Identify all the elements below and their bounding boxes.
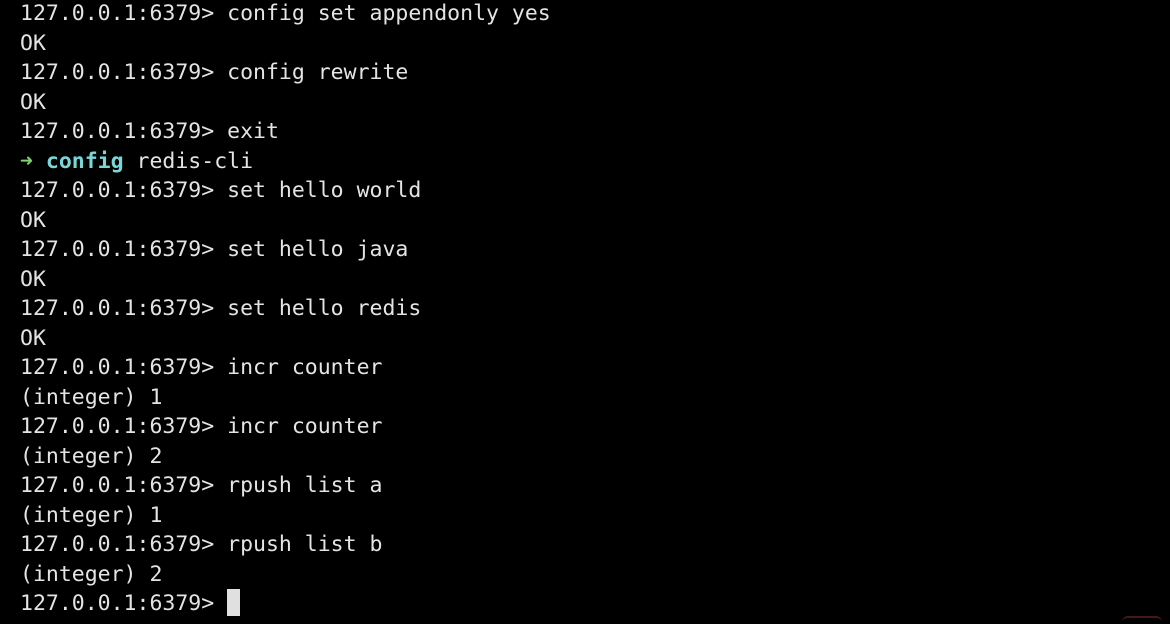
- command-line: 127.0.0.1:6379> set hello redis: [20, 294, 1170, 324]
- output-line: (integer) 2: [20, 561, 163, 587]
- command-text: set hello world: [227, 178, 422, 203]
- current-directory: config: [45, 148, 124, 174]
- prompt: 127.0.0.1:6379>: [20, 178, 215, 203]
- command-line: 127.0.0.1:6379> incr counter: [20, 353, 1170, 383]
- command-line: 127.0.0.1:6379> rpush list a: [20, 471, 1170, 501]
- output-line: OK: [20, 89, 46, 115]
- prompt: 127.0.0.1:6379>: [20, 60, 215, 85]
- prompt: 127.0.0.1:6379>: [20, 1, 215, 26]
- command-line: 127.0.0.1:6379> config rewrite: [20, 58, 1170, 88]
- command-text: exit: [227, 119, 279, 144]
- arrow-icon: ➜: [20, 148, 33, 174]
- prompt: 127.0.0.1:6379>: [20, 591, 215, 616]
- command-text: set hello java: [227, 237, 409, 262]
- command-text: redis-cli: [136, 148, 254, 174]
- output-line: (integer) 1: [20, 502, 163, 528]
- command-line: 127.0.0.1:6379> incr counter: [20, 412, 1170, 442]
- command-line: 127.0.0.1:6379> exit: [20, 117, 1170, 147]
- command-text: config set appendonly yes: [227, 1, 551, 26]
- output-line: (integer) 2: [20, 443, 163, 469]
- command-line: 127.0.0.1:6379> set hello java: [20, 235, 1170, 265]
- command-line: 127.0.0.1:6379> rpush list b: [20, 530, 1170, 560]
- command-text: incr counter: [227, 414, 383, 439]
- output-line: OK: [20, 30, 46, 56]
- text-cursor: [227, 589, 241, 616]
- command-text: set hello redis: [227, 296, 422, 321]
- prompt: 127.0.0.1:6379>: [20, 414, 215, 439]
- output-line: OK: [20, 266, 46, 292]
- prompt: 127.0.0.1:6379>: [20, 473, 215, 498]
- output-line: OK: [20, 207, 46, 233]
- command-text: incr counter: [227, 355, 383, 380]
- prompt: 127.0.0.1:6379>: [20, 296, 215, 321]
- command-text: rpush list a: [227, 473, 383, 498]
- terminal-input-line[interactable]: 127.0.0.1:6379>: [20, 589, 1170, 619]
- output-line: (integer) 1: [20, 384, 163, 410]
- terminal-window[interactable]: 127.0.0.1:6379> config set appendonly ye…: [0, 0, 1170, 624]
- prompt: 127.0.0.1:6379>: [20, 119, 215, 144]
- shell-prompt-line: ➜ config redis-cli: [20, 147, 1170, 177]
- terminal-output: 127.0.0.1:6379> config set appendonly ye…: [20, 0, 1170, 589]
- command-line: 127.0.0.1:6379> set hello world: [20, 176, 1170, 206]
- command-text: config rewrite: [227, 60, 409, 85]
- output-line: OK: [20, 325, 46, 351]
- prompt: 127.0.0.1:6379>: [20, 355, 215, 380]
- command-line: 127.0.0.1:6379> config set appendonly ye…: [20, 0, 1170, 29]
- prompt: 127.0.0.1:6379>: [20, 237, 215, 262]
- prompt: 127.0.0.1:6379>: [20, 532, 215, 557]
- command-text: rpush list b: [227, 532, 383, 557]
- corner-watermark: [1122, 616, 1162, 624]
